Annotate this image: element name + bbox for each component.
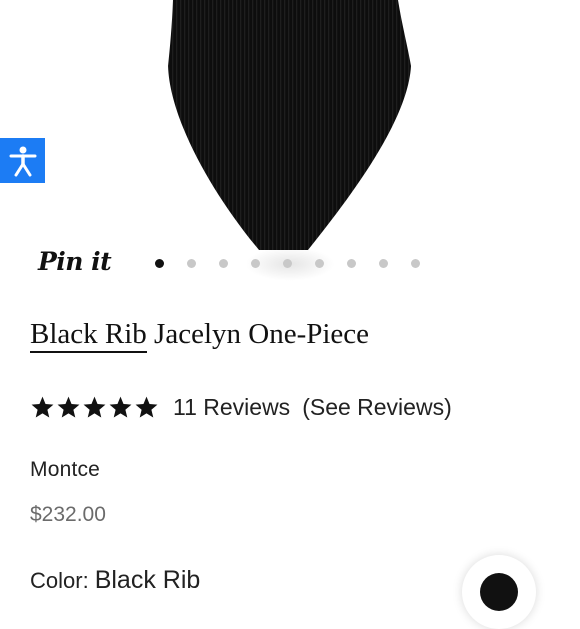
see-reviews-link[interactable]: (See Reviews) [302, 394, 452, 421]
rating-stars [30, 395, 159, 420]
product-price: $232.00 [30, 503, 106, 526]
gallery-dot-7[interactable] [347, 259, 356, 268]
chat-button[interactable] [462, 555, 536, 629]
product-brand: Montce [30, 458, 101, 481]
swimsuit-image [168, 0, 411, 250]
product-title: Black Rib Jacelyn One-Piece [30, 318, 370, 353]
star-icon [109, 396, 132, 417]
star-icon [57, 396, 80, 417]
chat-icon [480, 573, 518, 611]
gallery-dot-1[interactable] [155, 259, 164, 268]
color-row: Color: Black Rib [30, 566, 200, 595]
gallery-dot-3[interactable] [219, 259, 228, 268]
accessibility-button[interactable] [0, 138, 45, 183]
gallery-dots [155, 259, 420, 269]
reviews-count: 11 Reviews [173, 393, 291, 420]
gallery-dot-6[interactable] [315, 259, 324, 268]
gallery-dot-5[interactable] [283, 259, 292, 268]
gallery-dot-8[interactable] [379, 259, 388, 268]
product-title-brand-link[interactable]: Black Rib [30, 318, 147, 353]
accessibility-icon [9, 146, 36, 176]
gallery-dot-4[interactable] [251, 259, 260, 268]
star-icon [31, 396, 54, 417]
color-label: Color: [30, 568, 89, 593]
gallery-dot-2[interactable] [187, 259, 196, 268]
star-icon [135, 396, 158, 417]
pin-it-button[interactable]: Pin it [38, 247, 112, 276]
product-title-name: Jacelyn One-Piece [146, 318, 370, 350]
product-image[interactable] [0, 0, 580, 250]
star-icon [83, 396, 106, 417]
color-value: Black Rib [94, 566, 201, 594]
rating-row: 11 Reviews (See Reviews) [30, 392, 452, 422]
gallery-dot-9[interactable] [411, 259, 420, 268]
